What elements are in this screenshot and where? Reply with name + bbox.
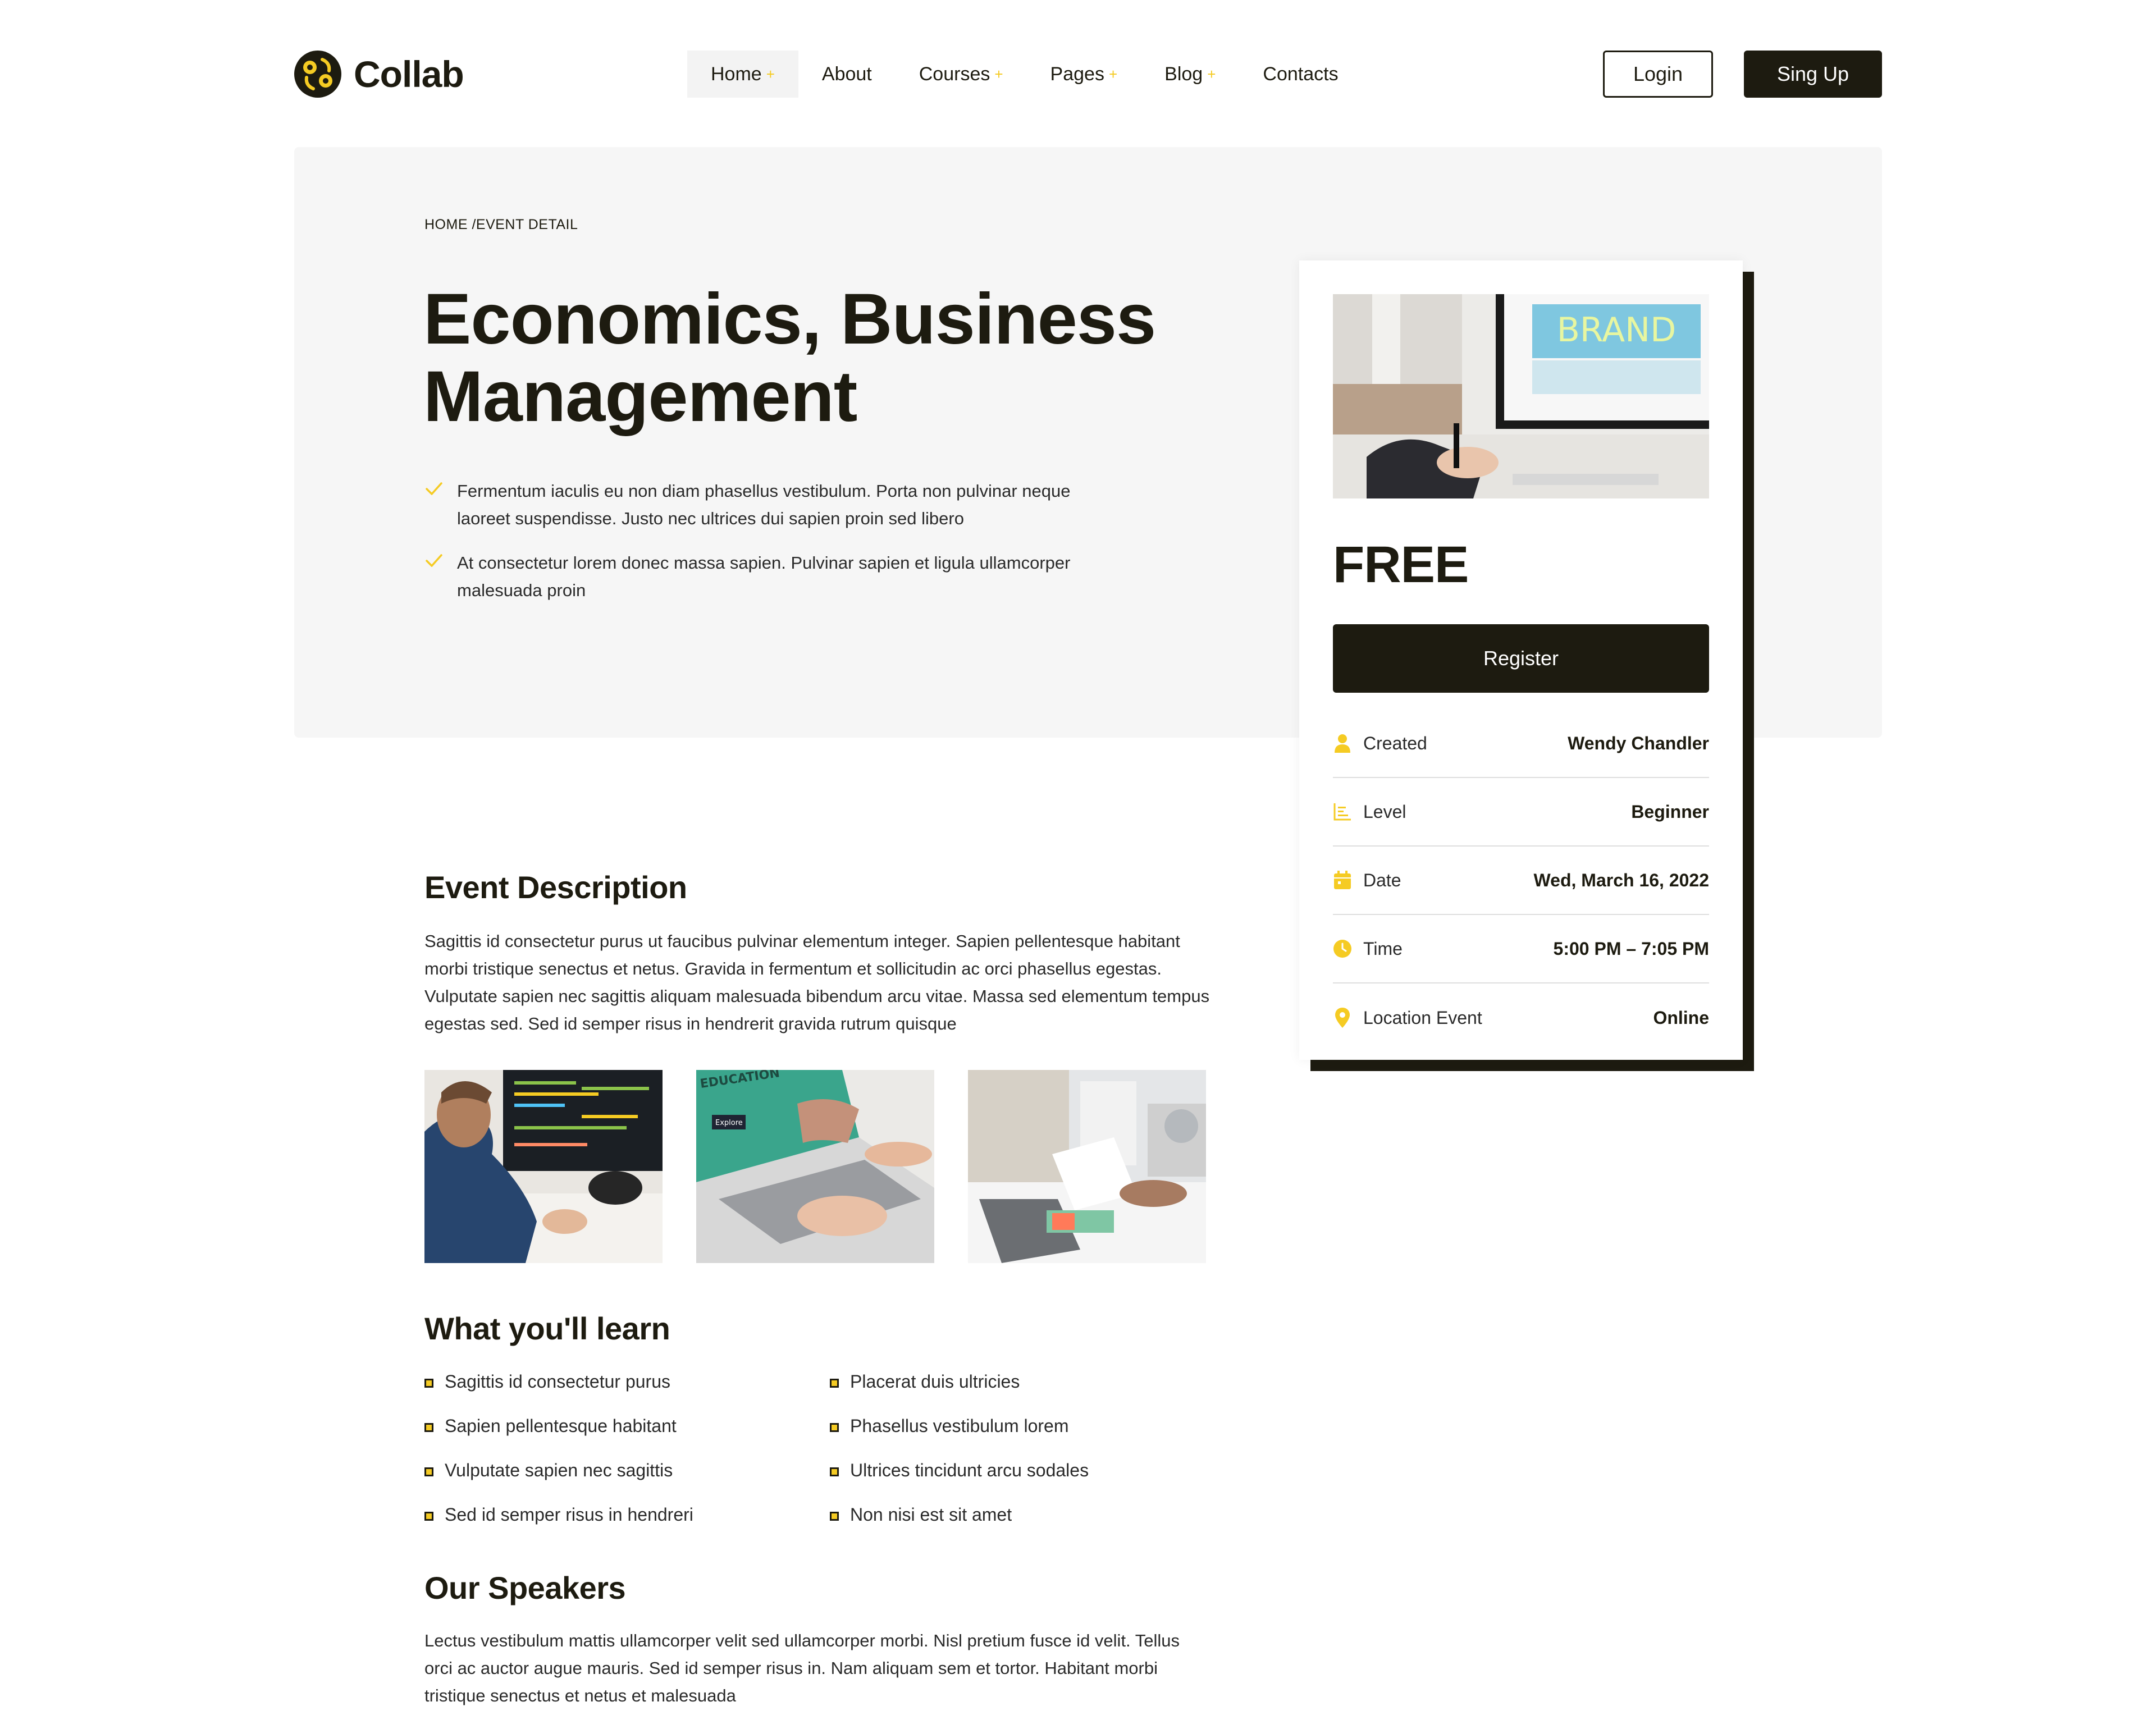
event-card: BRAND FREE Register Created Wendy Chandl… <box>1299 260 1743 1060</box>
nav-label: Home <box>711 63 762 85</box>
title-line-2: Management <box>423 356 857 437</box>
calendar-icon <box>1333 871 1352 890</box>
gallery-photo-desk[interactable] <box>968 1070 1206 1263</box>
description-text: Sagittis id consectetur purus ut faucibu… <box>424 931 1210 1033</box>
nav-label: Contacts <box>1263 63 1339 85</box>
nav-label: About <box>821 63 872 85</box>
info-value: 5:00 PM – 7:05 PM <box>1553 938 1709 959</box>
hero-bullet: Fermentum iaculis eu non diam phasellus … <box>424 477 1076 532</box>
square-bullet-icon <box>830 1467 839 1476</box>
nav-label: Blog <box>1164 63 1203 85</box>
info-row-date: Date Wed, March 16, 2022 <box>1333 847 1709 915</box>
check-icon <box>426 482 442 495</box>
collab-logo-icon <box>294 51 341 98</box>
nav-label: Pages <box>1050 63 1104 85</box>
learn-item: Sed id semper risus in hendreri <box>424 1503 693 1547</box>
title-line-1: Economics, Business <box>423 279 1156 359</box>
hero-bullet-list: Fermentum iaculis eu non diam phasellus … <box>424 477 1076 621</box>
learn-item-text: Ultrices tincidunt arcu sodales <box>850 1460 1089 1480</box>
gallery-photo-laptop[interactable]: EDUCATION Explore <box>696 1070 934 1263</box>
info-value: Online <box>1653 1007 1709 1028</box>
submenu-plus-icon: + <box>766 65 775 83</box>
learn-item: Vulputate sapien nec sagittis <box>424 1458 693 1503</box>
event-price: FREE <box>1333 536 1469 593</box>
learn-item: Non nisi est sit amet <box>830 1503 1089 1547</box>
learn-item-text: Phasellus vestibulum lorem <box>850 1416 1069 1436</box>
learn-item: Sapien pellentesque habitant <box>424 1414 693 1458</box>
nav-item-blog[interactable]: Blog + <box>1141 51 1239 98</box>
info-value: Wed, March 16, 2022 <box>1533 870 1709 890</box>
submenu-plus-icon: + <box>994 65 1003 83</box>
learn-item-text: Sapien pellentesque habitant <box>445 1416 677 1436</box>
level-chart-icon <box>1333 802 1352 821</box>
learn-item: Sagittis id consectetur purus <box>424 1370 693 1414</box>
clock-icon <box>1333 939 1352 958</box>
hero-bullet-text: Fermentum iaculis eu non diam phasellus … <box>457 481 1071 528</box>
gallery-photo-coding[interactable] <box>424 1070 663 1263</box>
nav-item-courses[interactable]: Courses + <box>896 51 1027 98</box>
info-value: Beginner <box>1631 801 1709 822</box>
learn-item-text: Sagittis id consectetur purus <box>445 1371 670 1392</box>
learn-item-text: Placerat duis ultricies <box>850 1371 1020 1392</box>
info-label: Level <box>1363 801 1406 822</box>
logo[interactable]: Collab <box>293 49 464 99</box>
info-row-level: Level Beginner <box>1333 778 1709 847</box>
square-bullet-icon <box>424 1379 433 1388</box>
hero-bullet-text: At consectetur lorem donec massa sapien.… <box>457 553 1071 600</box>
page-title: Economics, Business Management <box>423 281 1209 436</box>
section-heading-speakers: Our Speakers <box>424 1570 626 1605</box>
square-bullet-icon <box>830 1512 839 1521</box>
submenu-plus-icon: + <box>1108 65 1118 83</box>
info-label: Time <box>1363 938 1403 959</box>
info-value: Wendy Chandler <box>1568 733 1709 753</box>
nav-label: Courses <box>919 63 990 85</box>
section-heading-learn: What you'll learn <box>424 1311 670 1346</box>
photo-screen-button: Explore <box>715 1119 743 1127</box>
learn-item-text: Sed id semper risus in hendreri <box>445 1504 693 1525</box>
location-pin-icon <box>1333 1008 1352 1028</box>
brand-name: Collab <box>354 53 464 95</box>
site-header: Collab Home + About Courses + Pages + Bl… <box>0 0 2156 146</box>
square-bullet-icon <box>424 1467 433 1476</box>
info-label: Created <box>1363 733 1427 753</box>
nav-item-home[interactable]: Home + <box>687 51 798 98</box>
user-icon <box>1333 734 1352 753</box>
learn-item-text: Non nisi est sit amet <box>850 1504 1012 1525</box>
breadcrumb: HOME /EVENT DETAIL <box>424 217 578 232</box>
speakers-text: Lectus vestibulum mattis ullamcorper vel… <box>424 1631 1180 1705</box>
learn-item: Placerat duis ultricies <box>830 1370 1089 1414</box>
check-icon <box>426 554 442 567</box>
image-brand-text: BRAND <box>1557 310 1677 350</box>
info-label: Location Event <box>1363 1007 1482 1028</box>
square-bullet-icon <box>424 1423 433 1432</box>
learn-list-col-2: Placerat duis ultricies Phasellus vestib… <box>830 1370 1089 1547</box>
square-bullet-icon <box>424 1512 433 1521</box>
square-bullet-icon <box>830 1423 839 1432</box>
info-row-created: Created Wendy Chandler <box>1333 710 1709 778</box>
info-row-location: Location Event Online <box>1333 983 1709 1052</box>
info-row-time: Time 5:00 PM – 7:05 PM <box>1333 915 1709 983</box>
nav-item-pages[interactable]: Pages + <box>1027 51 1141 98</box>
hero-bullet: At consectetur lorem donec massa sapien.… <box>424 549 1076 604</box>
info-label: Date <box>1363 870 1401 890</box>
brand-monitor-photo: BRAND <box>1333 294 1709 498</box>
login-button[interactable]: Login <box>1603 51 1713 98</box>
register-button[interactable]: Register <box>1333 624 1709 693</box>
submenu-plus-icon: + <box>1207 65 1216 83</box>
learn-list-col-1: Sagittis id consectetur purus Sapien pel… <box>424 1370 693 1547</box>
main-nav: Home + About Courses + Pages + Blog + Co… <box>687 51 1362 98</box>
learn-item: Ultrices tincidunt arcu sodales <box>830 1458 1089 1503</box>
learn-item: Phasellus vestibulum lorem <box>830 1414 1089 1458</box>
signup-button[interactable]: Sing Up <box>1744 51 1882 98</box>
nav-item-about[interactable]: About <box>798 51 896 98</box>
section-heading-description: Event Description <box>424 870 687 905</box>
event-image: BRAND <box>1333 294 1709 498</box>
nav-item-contacts[interactable]: Contacts <box>1239 51 1362 98</box>
square-bullet-icon <box>830 1379 839 1388</box>
learn-item-text: Vulputate sapien nec sagittis <box>445 1460 673 1480</box>
